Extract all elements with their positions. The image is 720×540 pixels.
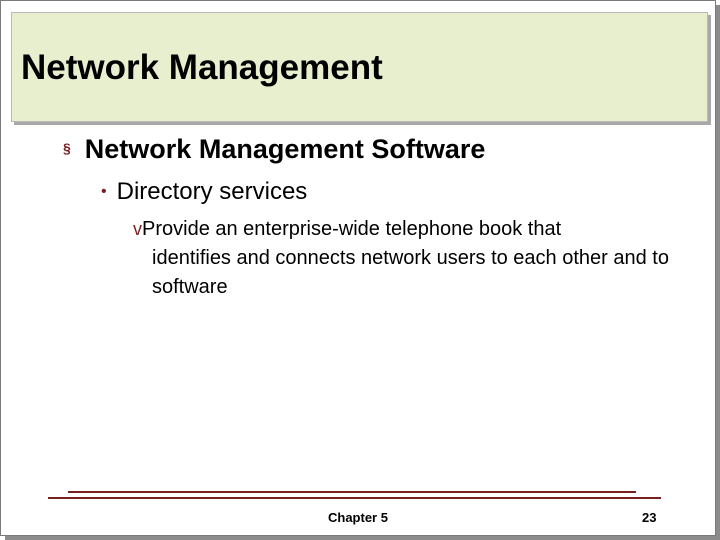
slide-title: Network Management	[21, 48, 383, 87]
slide: Network Management § Network Management S…	[0, 0, 716, 536]
bullet-level2-text: Directory services	[116, 178, 308, 205]
footer-chapter: Chapter 5	[328, 510, 388, 525]
footer-rule-top	[68, 491, 636, 493]
bullet-level1-text: Network Management Software	[84, 134, 486, 164]
diamond-bullet-icon: v	[133, 219, 142, 239]
bullet-level2: • Directory services	[101, 178, 307, 206]
bullet-level3-line1: Provide an enterprise-wide telephone boo…	[142, 218, 562, 240]
footer-rule-bottom	[48, 497, 661, 499]
bullet-level3: vProvide an enterprise-wide telephone bo…	[133, 215, 673, 302]
title-bar: Network Management	[11, 12, 708, 122]
bullet-level3-rest: identifies and connects network users to…	[152, 247, 669, 298]
dot-bullet-icon: •	[101, 183, 107, 200]
square-bullet-icon: §	[63, 140, 71, 156]
bullet-level1: § Network Management Software	[63, 134, 485, 165]
page-number: 23	[642, 510, 657, 525]
